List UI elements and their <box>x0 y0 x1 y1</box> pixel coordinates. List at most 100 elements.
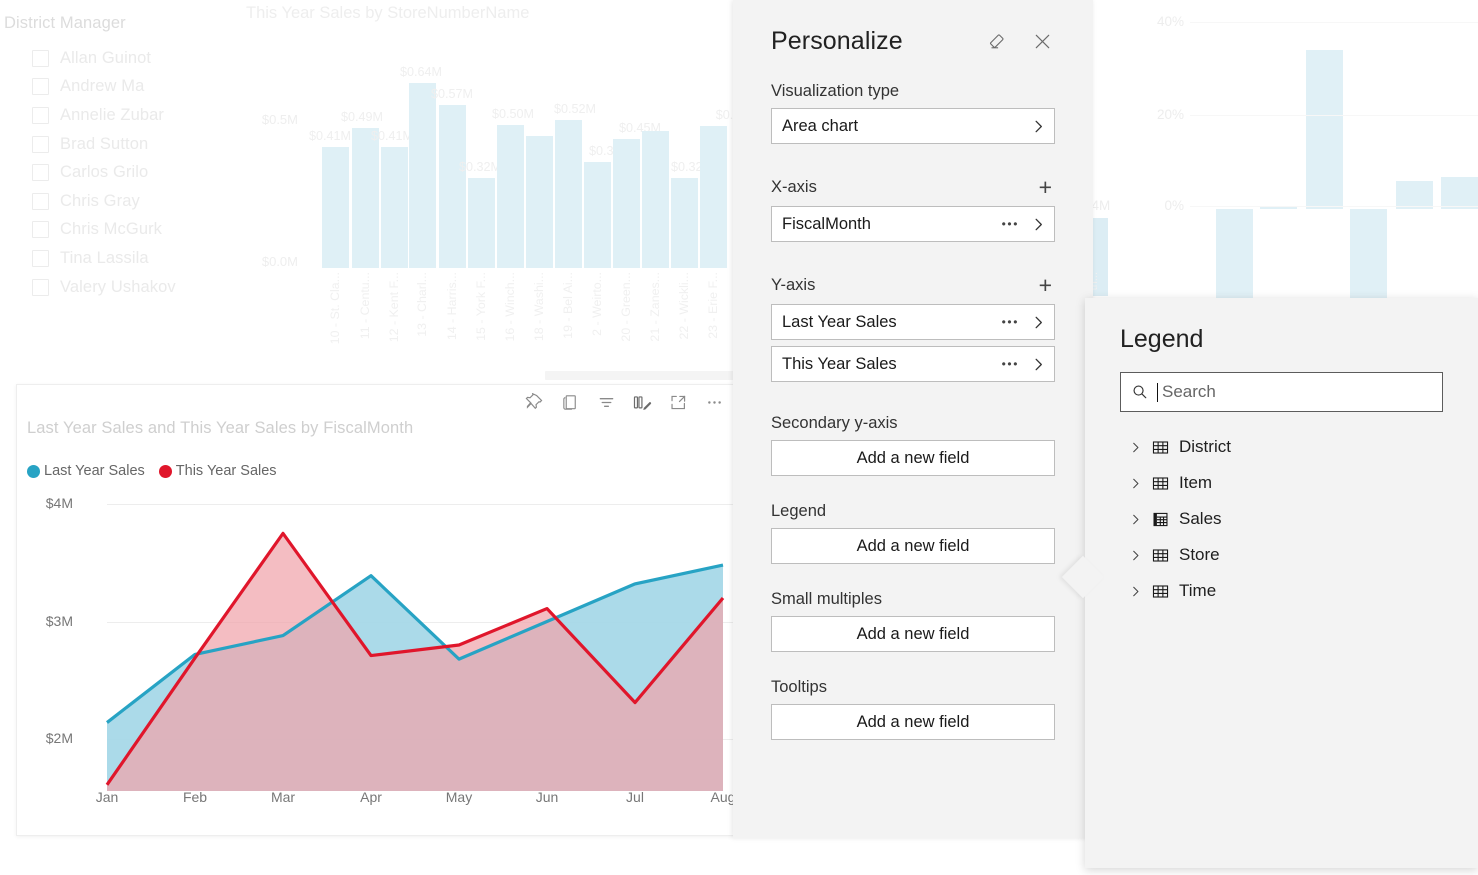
background-bar-category: 13 - Charl... <box>415 272 429 337</box>
background-bar[interactable] <box>409 83 436 268</box>
background-chart-scrollbar[interactable] <box>545 371 755 380</box>
slicer-item[interactable]: Carlos Grilo <box>0 158 230 187</box>
chevron-right-icon[interactable] <box>1031 357 1046 372</box>
background-percent-bar[interactable] <box>1350 209 1387 299</box>
slicer-item[interactable]: Andrew Ma <box>0 73 230 102</box>
legend-table-item-item[interactable]: Item <box>1120 465 1443 501</box>
background-bar[interactable] <box>700 126 727 268</box>
personalize-field[interactable]: Last Year Sales ••• <box>771 304 1055 340</box>
chevron-right-icon[interactable] <box>1031 315 1046 330</box>
background-bar[interactable] <box>497 125 524 268</box>
chevron-right-icon[interactable] <box>1129 477 1142 490</box>
background-bar[interactable] <box>381 147 408 268</box>
legend-field-list[interactable]: District Item Sales Store Time <box>1120 429 1443 609</box>
legend-table-item-time[interactable]: Time <box>1120 573 1443 609</box>
close-icon[interactable] <box>1029 28 1055 54</box>
personalize-field[interactable]: FiscalMonth ••• <box>771 206 1055 242</box>
personalize-header-actions[interactable] <box>984 28 1055 54</box>
chevron-right-icon[interactable] <box>1129 441 1142 454</box>
field-more-options-icon[interactable]: ••• <box>1002 315 1019 329</box>
background-bar[interactable] <box>352 128 379 268</box>
legend-table-item-store[interactable]: Store <box>1120 537 1443 573</box>
personalize-title: Personalize <box>771 26 903 55</box>
legend-flyout-title: Legend <box>1120 325 1204 353</box>
field-more-options-icon[interactable]: ••• <box>1002 357 1019 371</box>
chart-plot-area[interactable]: $4M $3M $2M Jan Feb Mar Apr May Jun Jul Aug <box>17 385 737 837</box>
personalize-field[interactable]: This Year Sales ••• <box>771 346 1055 382</box>
search-icon <box>1131 383 1149 401</box>
background-bar-label: $0.41M <box>308 129 352 143</box>
field-more-options-icon[interactable]: ••• <box>1002 217 1019 231</box>
district-manager-slicer[interactable]: District Manager Allan Guinot Andrew Ma An… <box>0 14 230 301</box>
background-percent-bar[interactable] <box>1306 50 1343 209</box>
checkbox-icon[interactable] <box>32 106 49 124</box>
eraser-icon[interactable] <box>984 28 1010 54</box>
personalize-section-header: Y-axis + <box>771 274 1055 297</box>
personalize-field[interactable]: Area chart <box>771 108 1055 144</box>
personalize-section-label: Legend <box>771 502 827 520</box>
slicer-item[interactable]: Valery Ushakov <box>0 273 230 302</box>
checkbox-icon[interactable] <box>32 164 49 182</box>
slicer-item[interactable]: Allan Guinot <box>0 44 230 73</box>
slicer-item-label: Allan Guinot <box>60 48 152 67</box>
legend-search-box[interactable]: Search <box>1120 372 1443 412</box>
background-bar[interactable] <box>613 139 640 268</box>
background-bar[interactable] <box>439 105 466 268</box>
chevron-right-icon[interactable] <box>1129 549 1142 562</box>
checkbox-icon[interactable] <box>32 78 49 96</box>
chart-x-tick-label: Feb <box>182 789 208 805</box>
background-percent-chart[interactable]: 40% 20% 0% 14M th... <box>1084 0 1478 312</box>
slicer-item-label: Carlos Grilo <box>60 163 149 182</box>
legend-table-label: Item <box>1179 473 1213 492</box>
legend-field-flyout[interactable]: Legend Search District Item Sales Store Time <box>1061 298 1478 868</box>
chart-area-last-year-sales <box>107 565 723 791</box>
add-a-new-field-button[interactable]: Add a new field <box>771 528 1055 564</box>
background-bar[interactable] <box>526 136 553 268</box>
background-bar-label: $0.52M <box>553 102 597 116</box>
checkbox-icon[interactable] <box>32 221 49 239</box>
add-field-plus-icon[interactable]: + <box>1036 274 1055 297</box>
personalize-pane[interactable]: Personalize Visualization type Area chart… <box>733 0 1093 838</box>
background-percent-bar[interactable] <box>1396 181 1433 209</box>
chart-y-tick-label: $2M <box>45 730 73 746</box>
background-bar[interactable] <box>322 147 349 268</box>
slicer-item[interactable]: Chris McGurk <box>0 216 230 245</box>
chart-gridline <box>107 622 733 623</box>
legend-table-item-district[interactable]: District <box>1120 429 1443 465</box>
checkbox-icon[interactable] <box>32 135 49 153</box>
add-field-plus-icon[interactable]: + <box>1036 176 1055 199</box>
background-percent-bar[interactable] <box>1441 177 1478 209</box>
slicer-item[interactable]: Brad Sutton <box>0 130 230 159</box>
chevron-right-icon[interactable] <box>1031 217 1046 232</box>
slicer-item[interactable]: Annelie Zubar <box>0 101 230 130</box>
background-bar-category: 14 - Harris... <box>445 272 459 341</box>
background-bar[interactable] <box>468 178 495 268</box>
background-bar[interactable] <box>671 178 698 268</box>
slicer-item[interactable]: Tina Lassila <box>0 244 230 273</box>
personalize-field-label: This Year Sales <box>782 354 897 373</box>
checkbox-icon[interactable] <box>32 192 49 210</box>
chevron-right-icon[interactable] <box>1129 513 1142 526</box>
background-bar[interactable] <box>642 131 669 268</box>
bg2-ytick-0: 40% <box>1156 14 1184 29</box>
legend-table-item-sales[interactable]: Sales <box>1120 501 1443 537</box>
area-chart-visual[interactable]: Last Year Sales and This Year Sales by F… <box>16 384 736 836</box>
chevron-right-icon[interactable] <box>1129 585 1142 598</box>
background-bar-category: 23 - Erie F... <box>706 272 720 339</box>
background-column-chart[interactable]: This Year Sales by StoreNumberName $0.5M… <box>238 0 760 392</box>
background-bar[interactable] <box>584 162 611 268</box>
chart-x-tick-label: May <box>445 789 473 805</box>
checkbox-icon[interactable] <box>32 249 49 267</box>
chart-y-tick-label: $3M <box>45 613 73 629</box>
slicer-item[interactable]: Chris Gray <box>0 187 230 216</box>
checkbox-icon[interactable] <box>32 278 49 296</box>
chevron-right-icon[interactable] <box>1031 119 1046 134</box>
add-a-new-field-button[interactable]: Add a new field <box>771 616 1055 652</box>
add-a-new-field-button[interactable]: Add a new field <box>771 440 1055 476</box>
checkbox-icon[interactable] <box>32 49 49 67</box>
background-percent-bar[interactable] <box>1216 209 1253 299</box>
add-a-new-field-button[interactable]: Add a new field <box>771 704 1055 740</box>
background-bar[interactable] <box>555 120 582 268</box>
background-gridline <box>1190 115 1478 116</box>
